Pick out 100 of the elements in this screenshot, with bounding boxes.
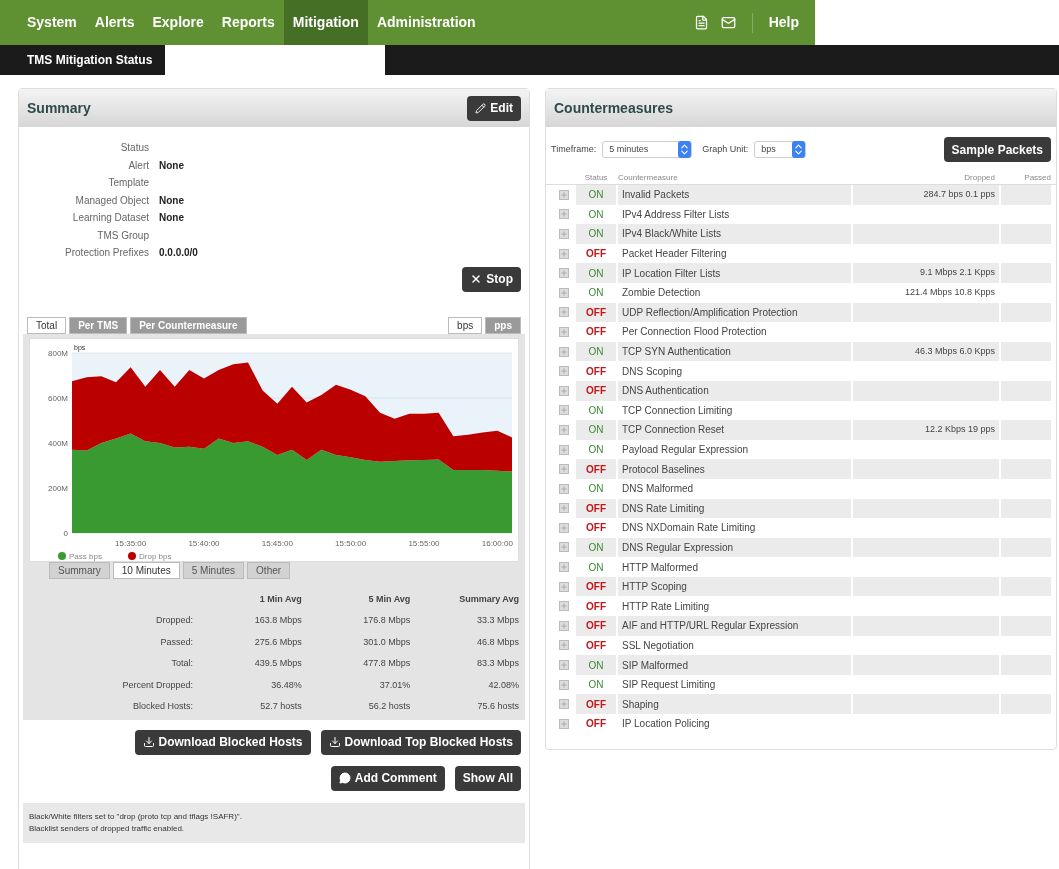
status-cell-text: OFF <box>585 364 607 379</box>
expand-icon[interactable] <box>558 405 569 416</box>
table-cell: 46.3 Mbps 6.0 Kpps <box>851 341 999 362</box>
help-link[interactable]: Help <box>752 12 815 33</box>
expand-icon[interactable] <box>558 718 569 729</box>
legend-dot <box>58 551 66 560</box>
field-value: None <box>159 158 184 173</box>
expand-icon[interactable] <box>558 562 569 573</box>
legend-dot <box>128 551 136 560</box>
expand-icon[interactable] <box>558 620 569 631</box>
mail-icon[interactable] <box>720 15 736 30</box>
expand-icon[interactable] <box>558 248 569 259</box>
expand-icon[interactable] <box>558 542 569 553</box>
status-cell-text: OFF <box>585 462 607 477</box>
sample-packets-button[interactable]: Sample Packets <box>943 137 1051 162</box>
status-cell-text: ON <box>587 286 605 301</box>
status-cell-text: OFF <box>585 501 607 516</box>
expand-icon[interactable] <box>558 287 569 298</box>
column-header: 1 Min Avg <box>258 592 302 606</box>
expand-icon[interactable] <box>558 464 569 475</box>
nav-item[interactable]: Explore <box>143 0 213 45</box>
field-value: 0.0.0.0/0 <box>159 246 198 261</box>
table-cell: Invalid Packets <box>616 185 851 205</box>
expand-icon[interactable] <box>558 189 569 200</box>
expand-icon[interactable] <box>558 268 569 279</box>
nav-item[interactable]: Administration <box>367 0 485 45</box>
speech-bubble-icon <box>338 772 351 784</box>
timeframe-label: Timeframe: <box>551 142 597 156</box>
expand-icon[interactable] <box>558 229 569 239</box>
graph-tab[interactable]: Total <box>27 316 67 334</box>
table-cell-text: 56.2 hosts <box>367 700 411 713</box>
status-cell-text: ON <box>587 560 605 575</box>
status-cell-text: ON <box>587 658 605 673</box>
expand-icon[interactable] <box>558 444 569 455</box>
close-icon <box>470 273 483 285</box>
table-cell: AIF and HTTP/URL Regular Expression <box>616 616 851 636</box>
dropdown-icon <box>792 141 806 158</box>
edit-button[interactable]: Edit <box>467 95 521 121</box>
status-cell-text: OFF <box>585 325 607 340</box>
expand-icon[interactable] <box>558 601 569 612</box>
table-cell: Shaping <box>616 694 851 715</box>
table-cell: 12.2 Kbps 19 pps <box>851 420 999 440</box>
stop-button[interactable]: Stop <box>462 266 521 292</box>
column-header: Status <box>583 172 609 184</box>
legend-label: Drop bps <box>139 551 172 561</box>
status-cell-text: OFF <box>585 384 607 399</box>
dropdown-icon <box>678 141 692 158</box>
y-tick-label: 0 <box>63 528 68 538</box>
table-cell-text: 52.7 hosts <box>259 700 302 713</box>
table-cell-text: 37.01% <box>378 678 411 692</box>
expand-icon[interactable] <box>558 581 569 592</box>
status-cell-text: ON <box>587 678 605 693</box>
status-cell-text: ON <box>587 443 605 457</box>
expand-icon[interactable] <box>558 660 569 671</box>
panel-title: Summary <box>27 98 91 118</box>
field-label: Status <box>119 141 149 156</box>
nav-item[interactable]: Alerts <box>85 0 144 45</box>
table-cell-text: 46.8 Mbps <box>475 635 519 649</box>
status-cell-text: OFF <box>585 619 607 634</box>
add-comment-button[interactable]: Add Comment <box>330 765 445 791</box>
expand-icon[interactable] <box>558 483 569 494</box>
field-label: Alert <box>127 158 149 173</box>
expand-icon[interactable] <box>558 640 569 651</box>
expand-icon[interactable] <box>558 679 569 690</box>
table-cell-text: 75.6 hosts <box>476 700 519 713</box>
field-value: None <box>159 193 184 208</box>
x-tick-label: 15:50:00 <box>335 538 367 548</box>
status-cell-text: ON <box>587 541 605 555</box>
document-icon[interactable] <box>693 15 709 30</box>
unit-select[interactable]: bps <box>754 141 807 158</box>
expand-icon[interactable] <box>558 522 569 533</box>
unit-tab[interactable]: bps <box>448 316 483 334</box>
timeframe-select[interactable]: 5 minutes <box>602 141 693 158</box>
nav-item[interactable]: Reports <box>212 0 284 45</box>
download-button[interactable]: Download Top Blocked Hosts <box>320 729 521 755</box>
show-all-button[interactable]: Show All <box>454 765 521 791</box>
field-value: None <box>159 211 184 226</box>
expand-icon[interactable] <box>558 366 569 377</box>
x-tick-label: 15:45:00 <box>261 538 293 548</box>
expand-icon[interactable] <box>558 699 569 710</box>
nav-item[interactable]: Mitigation <box>283 0 368 45</box>
status-cell-text: OFF <box>585 599 607 614</box>
nav-item[interactable]: System <box>18 0 86 45</box>
row-label: Dropped: <box>154 614 193 627</box>
field-label: Template <box>107 176 149 191</box>
table-cell-text: 36.48% <box>270 678 302 692</box>
expand-icon[interactable] <box>558 326 569 337</box>
expand-icon[interactable] <box>558 385 569 396</box>
field-label: TMS Group <box>96 228 149 243</box>
page-tab[interactable]: TMS Mitigation Status <box>0 45 165 75</box>
status-cell-text: ON <box>587 188 605 203</box>
expand-icon[interactable] <box>558 346 569 357</box>
expand-icon[interactable] <box>558 307 569 318</box>
table-cell-text: 42.08% <box>487 678 519 692</box>
column-header: Summary Avg <box>458 592 519 606</box>
expand-icon[interactable] <box>558 209 569 220</box>
table-cell: DNS Regular Expression <box>616 537 851 558</box>
expand-icon[interactable] <box>558 424 569 435</box>
expand-icon[interactable] <box>558 503 569 514</box>
download-button[interactable]: Download Blocked Hosts <box>134 729 311 755</box>
